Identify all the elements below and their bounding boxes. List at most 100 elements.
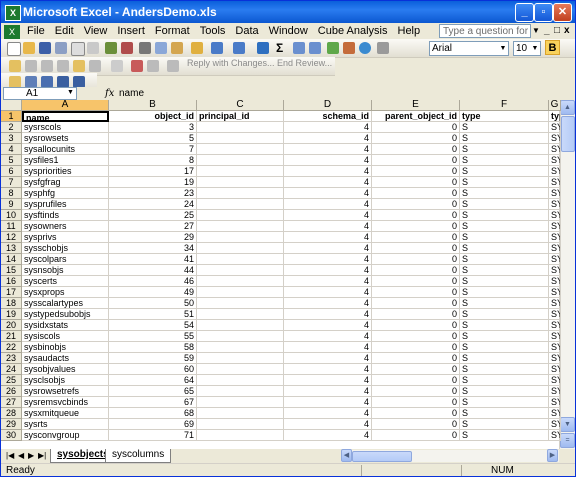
row-header[interactable]: 16 xyxy=(1,276,22,287)
cell[interactable]: S xyxy=(460,375,549,386)
cell[interactable]: 0 xyxy=(372,122,460,133)
ink-annotation-icon[interactable] xyxy=(131,60,143,72)
row-header[interactable]: 4 xyxy=(1,144,22,155)
cell[interactable] xyxy=(197,265,284,276)
cell[interactable] xyxy=(197,331,284,342)
cell[interactable]: 19 xyxy=(109,177,197,188)
cell[interactable]: 0 xyxy=(372,320,460,331)
cell[interactable]: S xyxy=(460,342,549,353)
scroll-up-button[interactable]: ▲ xyxy=(560,100,575,115)
cell[interactable]: 4 xyxy=(284,199,372,210)
cell[interactable]: 4 xyxy=(284,265,372,276)
cell[interactable]: 8 xyxy=(109,155,197,166)
cell[interactable]: sysidxstats xyxy=(22,320,109,331)
menu-item[interactable]: File xyxy=(27,25,45,37)
cell[interactable]: SY xyxy=(549,342,561,353)
cell[interactable]: 50 xyxy=(109,298,197,309)
cell[interactable]: S xyxy=(460,353,549,364)
close-button[interactable]: ✕ xyxy=(553,3,572,22)
menu-item[interactable]: Cube Analysis xyxy=(318,25,388,37)
cell[interactable]: 0 xyxy=(372,287,460,298)
help-question-box[interactable]: Type a question for help xyxy=(439,24,531,51)
name-box[interactable]: A1 xyxy=(3,87,77,100)
cell[interactable]: SY xyxy=(549,133,561,144)
menu-item[interactable]: View xyxy=(84,25,108,37)
row-header[interactable]: 13 xyxy=(1,243,22,254)
row-header[interactable]: 21 xyxy=(1,331,22,342)
name-box-dropdown-icon[interactable]: ▼ xyxy=(67,89,74,96)
cell[interactable]: sysschobjs xyxy=(22,243,109,254)
cell[interactable] xyxy=(197,232,284,243)
show-comment-icon[interactable] xyxy=(57,60,69,72)
cell[interactable]: SY xyxy=(549,430,561,441)
paste-icon[interactable] xyxy=(171,42,183,54)
zoom-icon[interactable] xyxy=(377,42,389,54)
cell[interactable] xyxy=(197,122,284,133)
cell[interactable]: SY xyxy=(549,298,561,309)
cell[interactable]: 0 xyxy=(372,232,460,243)
cell[interactable] xyxy=(197,188,284,199)
cell[interactable]: sysrowsetrefs xyxy=(22,386,109,397)
cell[interactable]: 65 xyxy=(109,386,197,397)
cell[interactable]: 0 xyxy=(372,144,460,155)
cell[interactable]: 4 xyxy=(284,177,372,188)
cell[interactable]: SY xyxy=(549,309,561,320)
row-header[interactable]: 20 xyxy=(1,320,22,331)
cell[interactable]: object_id xyxy=(109,111,197,122)
cell[interactable]: 0 xyxy=(372,386,460,397)
cell[interactable]: S xyxy=(460,364,549,375)
column-header[interactable]: F xyxy=(460,100,549,111)
cell[interactable]: S xyxy=(460,144,549,155)
workbook-icon[interactable]: X xyxy=(4,25,20,39)
cell[interactable]: type xyxy=(460,111,549,122)
cell[interactable]: sysrowsets xyxy=(22,133,109,144)
row-header[interactable]: 6 xyxy=(1,166,22,177)
cell[interactable]: 0 xyxy=(372,419,460,430)
cell[interactable]: 4 xyxy=(284,430,372,441)
doc-minimize-button[interactable]: _ xyxy=(544,25,550,36)
cell[interactable]: 0 xyxy=(372,364,460,375)
cell[interactable]: sysclsobjs xyxy=(22,375,109,386)
cell[interactable]: S xyxy=(460,419,549,430)
cell[interactable]: 4 xyxy=(284,419,372,430)
cell[interactable]: SY xyxy=(549,210,561,221)
cell[interactable]: 0 xyxy=(372,342,460,353)
column-header[interactable]: D xyxy=(284,100,372,111)
column-header[interactable]: E xyxy=(372,100,460,111)
cell[interactable]: sysprufiles xyxy=(22,199,109,210)
cell[interactable]: SY xyxy=(549,254,561,265)
cell[interactable]: sysftinds xyxy=(22,210,109,221)
menu-item[interactable]: Data xyxy=(235,25,258,37)
row-header[interactable]: 26 xyxy=(1,386,22,397)
cell[interactable]: SY xyxy=(549,386,561,397)
cell[interactable]: systypedsubobjs xyxy=(22,309,109,320)
cell[interactable]: 0 xyxy=(372,199,460,210)
cell[interactable]: 4 xyxy=(284,342,372,353)
cell[interactable]: 4 xyxy=(284,243,372,254)
select-all-corner[interactable] xyxy=(1,100,22,111)
cell[interactable]: S xyxy=(460,320,549,331)
cell[interactable]: 4 xyxy=(284,408,372,419)
cell[interactable] xyxy=(197,320,284,331)
cell[interactable]: 4 xyxy=(284,166,372,177)
cell[interactable]: 0 xyxy=(372,353,460,364)
cell[interactable]: S xyxy=(460,386,549,397)
cell[interactable]: S xyxy=(460,331,549,342)
cell[interactable]: SY xyxy=(549,221,561,232)
cell[interactable]: syscolpars xyxy=(22,254,109,265)
horizontal-scroll-thumb[interactable] xyxy=(352,451,412,462)
cell[interactable]: 0 xyxy=(372,309,460,320)
permission-icon[interactable] xyxy=(55,42,67,54)
next-comment-icon[interactable] xyxy=(41,60,53,72)
doc-restore-button[interactable]: □ xyxy=(554,25,560,36)
cell[interactable]: 0 xyxy=(372,254,460,265)
cell[interactable]: SY xyxy=(549,177,561,188)
cell[interactable]: S xyxy=(460,155,549,166)
cell[interactable]: sysprivs xyxy=(22,232,109,243)
save-icon[interactable] xyxy=(39,42,51,54)
cell[interactable]: SY xyxy=(549,199,561,210)
row-header[interactable]: 27 xyxy=(1,397,22,408)
cell[interactable]: 4 xyxy=(284,309,372,320)
cell[interactable]: sysbinobjs xyxy=(22,342,109,353)
chart-wizard-icon[interactable] xyxy=(327,42,339,54)
